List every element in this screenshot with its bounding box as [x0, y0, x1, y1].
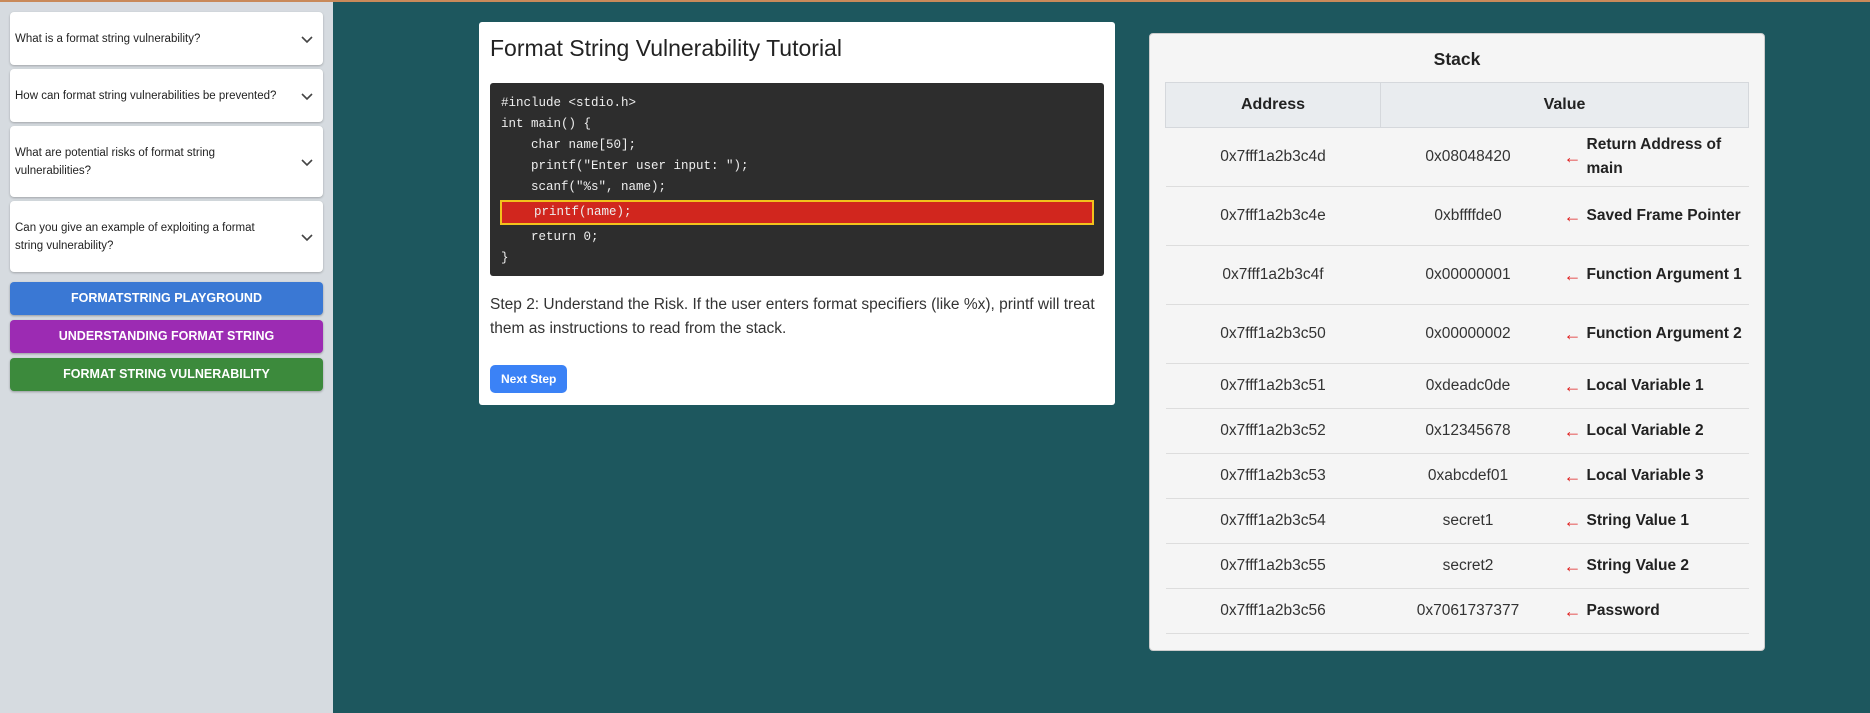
chevron-down-icon: [301, 92, 313, 100]
table-row: 0x7fff1a2b3c56 0x7061737377 ← Password: [1165, 588, 1749, 634]
tutorial-card: Format String Vulnerability Tutorial #in…: [479, 22, 1115, 405]
formatstring-playground-button[interactable]: FORMATSTRING PLAYGROUND: [10, 282, 323, 315]
left-arrow-icon: ←: [1563, 510, 1582, 531]
left-arrow-icon: ←: [1563, 420, 1582, 441]
table-row: 0x7fff1a2b3c4f 0x00000001 ← Function Argu…: [1165, 245, 1749, 305]
table-row: 0x7fff1a2b3c50 0x00000002 ← Function Argu…: [1165, 304, 1749, 364]
address-cell: 0x7fff1a2b3c50: [1165, 304, 1381, 364]
left-arrow-icon: ←: [1563, 205, 1582, 226]
table-row: 0x7fff1a2b3c53 0xabcdef01 ← Local Variabl…: [1165, 453, 1749, 499]
left-arrow-icon: ←: [1563, 555, 1582, 576]
format-string-vulnerability-button[interactable]: FORMAT STRING VULNERABILITY: [10, 358, 323, 391]
table-row: 0x7fff1a2b3c4e 0xbffffde0 ← Saved Frame P…: [1165, 186, 1749, 246]
code-line: scanf("%s", name);: [501, 180, 667, 194]
step-description: Step 2: Understand the Risk. If the user…: [490, 296, 1095, 337]
address-cell: 0x7fff1a2b3c4d: [1165, 127, 1381, 187]
stack-label: Local Variable 3: [1586, 467, 1704, 484]
address-cell: 0x7fff1a2b3c4f: [1165, 245, 1381, 305]
value-cell: 0xdeadc0de: [1380, 363, 1556, 409]
left-arrow-icon: ←: [1563, 146, 1582, 167]
stack-label: Local Variable 2: [1586, 422, 1704, 439]
chevron-down-icon: [301, 233, 313, 241]
value-header: Value: [1380, 82, 1749, 128]
stack-label: Local Variable 1: [1586, 377, 1704, 394]
faq-question: How can format string vulnerabilities be…: [15, 89, 277, 102]
address-cell: 0x7fff1a2b3c55: [1165, 543, 1381, 589]
value-cell: 0xbffffde0: [1380, 186, 1556, 246]
table-row: 0x7fff1a2b3c54 secret1 ← String Value 1: [1165, 498, 1749, 544]
stack-title: Stack: [1433, 49, 1481, 69]
left-arrow-icon: ←: [1563, 375, 1582, 396]
table-row: 0x7fff1a2b3c4d 0x08048420 ← Return Addres…: [1165, 127, 1749, 187]
value-cell: 0xabcdef01: [1380, 453, 1556, 499]
stack-label: String Value 1: [1586, 512, 1690, 529]
code-line: char name[50];: [501, 138, 637, 152]
address-header: Address: [1165, 82, 1381, 128]
sidebar: What is a format string vulnerability? H…: [0, 2, 333, 713]
faq-question: What is a format string vulnerability?: [15, 32, 201, 45]
faq-question: Can you give an example of exploiting a …: [15, 221, 255, 252]
stack-label: Return Address of main: [1586, 136, 1722, 177]
stack-panel: Stack Address Value 0x7fff1a2b3c4d 0x080…: [1149, 33, 1765, 651]
code-line: printf("Enter user input: ");: [501, 159, 749, 173]
code-line: }: [501, 251, 509, 265]
address-cell: 0x7fff1a2b3c4e: [1165, 186, 1381, 246]
address-cell: 0x7fff1a2b3c51: [1165, 363, 1381, 409]
left-arrow-icon: ←: [1563, 323, 1582, 344]
faq-question: What are potential risks of format strin…: [15, 146, 216, 177]
chevron-down-icon: [301, 158, 313, 166]
address-cell: 0x7fff1a2b3c52: [1165, 408, 1381, 454]
stack-label: String Value 2: [1586, 557, 1690, 574]
code-line: return 0;: [501, 230, 599, 244]
value-cell: 0x12345678: [1380, 408, 1556, 454]
code-line: #include <stdio.h>: [501, 96, 637, 110]
address-cell: 0x7fff1a2b3c54: [1165, 498, 1381, 544]
value-cell: 0x08048420: [1380, 127, 1556, 187]
left-arrow-icon: ←: [1563, 600, 1582, 621]
stack-label: Password: [1586, 602, 1660, 619]
address-cell: 0x7fff1a2b3c53: [1165, 453, 1381, 499]
value-cell: secret1: [1380, 498, 1556, 544]
value-cell: secret2: [1380, 543, 1556, 589]
table-row: 0x7fff1a2b3c55 secret2 ← String Value 2: [1165, 543, 1749, 589]
value-cell: 0x00000001: [1380, 245, 1556, 305]
faq-item-risks[interactable]: What are potential risks of format strin…: [10, 126, 323, 197]
faq-item-example[interactable]: Can you give an example of exploiting a …: [10, 201, 323, 272]
table-row: 0x7fff1a2b3c52 0x12345678 ← Local Variabl…: [1165, 408, 1749, 454]
faq-item-what-is[interactable]: What is a format string vulnerability?: [10, 12, 323, 65]
understanding-format-string-button[interactable]: UNDERSTANDING FORMAT STRING: [10, 320, 323, 353]
address-cell: 0x7fff1a2b3c56: [1165, 588, 1381, 634]
tutorial-title: Format String Vulnerability Tutorial: [490, 35, 842, 61]
faq-item-prevention[interactable]: How can format string vulnerabilities be…: [10, 69, 323, 122]
code-line: int main() {: [501, 117, 592, 131]
highlighted-code-line: printf(name);: [500, 200, 1094, 225]
code-block: #include <stdio.h> int main() { char nam…: [490, 83, 1104, 276]
value-cell: 0x00000002: [1380, 304, 1556, 364]
stack-table: Address Value 0x7fff1a2b3c4d 0x08048420 …: [1165, 82, 1749, 634]
chevron-down-icon: [301, 35, 313, 43]
next-step-button[interactable]: Next Step: [490, 365, 568, 393]
table-row: 0x7fff1a2b3c51 0xdeadc0de ← Local Variabl…: [1165, 363, 1749, 409]
stack-label: Saved Frame Pointer: [1586, 207, 1741, 224]
left-arrow-icon: ←: [1563, 264, 1582, 285]
stack-label: Function Argument 1: [1586, 266, 1742, 283]
left-arrow-icon: ←: [1563, 465, 1582, 486]
value-cell: 0x7061737377: [1380, 588, 1556, 634]
stack-label: Function Argument 2: [1586, 325, 1742, 342]
